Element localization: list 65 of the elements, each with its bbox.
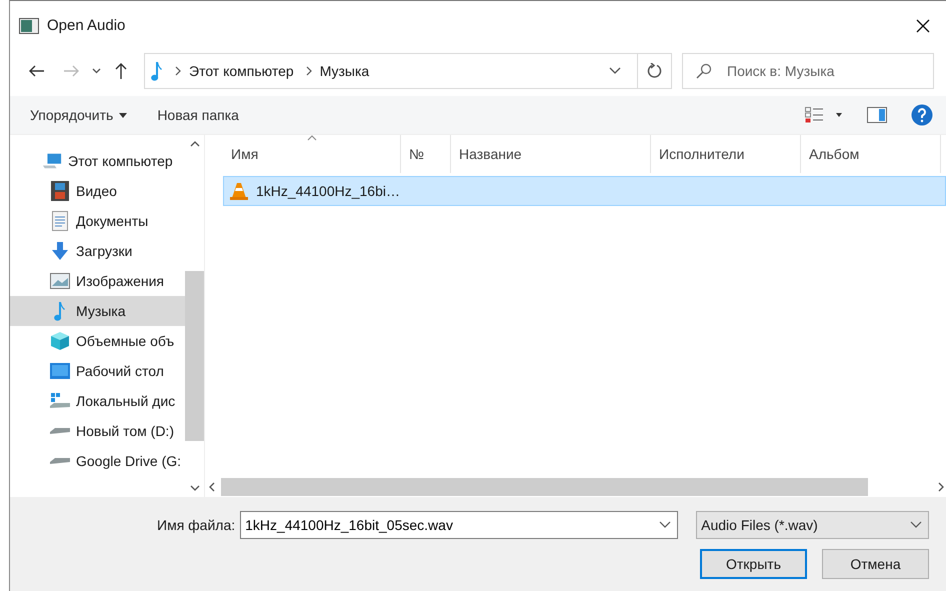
sidebar-item[interactable]: Google Drive (G:: [10, 446, 185, 476]
open-button[interactable]: Открыть: [700, 549, 807, 579]
filename-label: Имя файла:: [157, 517, 236, 533]
new-folder-button[interactable]: Новая папка: [149, 100, 247, 130]
desktop-icon: [50, 363, 70, 379]
sidebar-item[interactable]: Изображения: [10, 266, 185, 296]
sidebar-item[interactable]: Документы: [10, 206, 185, 236]
down-arrow-icon: [50, 242, 70, 260]
sidebar-item[interactable]: Музыка: [10, 296, 185, 326]
search-icon: [696, 63, 712, 79]
landscape-icon: [50, 273, 70, 289]
caret-icon[interactable]: [119, 112, 128, 118]
scroll-right-icon[interactable]: [938, 482, 944, 492]
film-icon: [50, 181, 70, 201]
chevron-down-icon[interactable]: [92, 68, 100, 74]
scroll-up-icon[interactable]: [190, 141, 200, 147]
up-arrow-icon[interactable]: [115, 63, 127, 79]
sidebar-item[interactable]: Загрузки: [10, 236, 185, 266]
drive-icon: [50, 427, 70, 435]
music-note-icon: [151, 61, 163, 81]
search-field[interactable]: Поиск в: Музыка: [682, 53, 934, 89]
dropdown-chevron-icon[interactable]: [609, 67, 621, 75]
refresh-icon[interactable]: [646, 63, 662, 79]
column-header[interactable]: №: [401, 135, 451, 173]
sidebar-item[interactable]: Видео: [10, 176, 185, 206]
chevron-icon: [175, 66, 181, 76]
sidebar-item[interactable]: Этот компьютер: [10, 146, 185, 176]
column-header[interactable]: Альбом: [801, 135, 941, 173]
scroll-left-icon[interactable]: [209, 482, 215, 492]
scroll-down-icon[interactable]: [190, 485, 200, 491]
traffic-cone-icon: [230, 182, 248, 200]
window-title: Open Audio: [47, 17, 126, 34]
file-type-dropdown[interactable]: Audio Files (*.wav): [696, 511, 930, 539]
breadcrumb[interactable]: Этот компьютер: [189, 63, 294, 79]
column-header[interactable]: Название: [451, 135, 651, 173]
cube-icon: [50, 331, 70, 351]
sidebar-item[interactable]: Новый том (D:): [10, 416, 185, 446]
left-arrow-icon[interactable]: [29, 65, 45, 77]
sidebar-item[interactable]: Объемные объ: [10, 326, 185, 356]
document-icon: [50, 211, 70, 231]
sort-caret-icon: [306, 135, 316, 141]
chevron-down-icon[interactable]: [910, 521, 922, 529]
file-row[interactable]: 1kHz_44100Hz_16bi…: [223, 176, 946, 206]
filename-field[interactable]: 1kHz_44100Hz_16bit_05sec.wav: [240, 511, 678, 539]
help-icon[interactable]: [911, 104, 933, 126]
drive-icon: [50, 457, 70, 465]
organize-menu[interactable]: Упорядочить: [22, 100, 136, 130]
drive-icon: [50, 393, 70, 409]
address-bar[interactable]: Этот компьютер Музыка: [144, 53, 672, 89]
scrollbar-thumb[interactable]: [221, 478, 868, 496]
sidebar-item[interactable]: Локальный дис: [10, 386, 185, 416]
column-header[interactable]: Имя: [223, 135, 401, 173]
breadcrumb[interactable]: Музыка: [320, 63, 370, 79]
details-view-icon[interactable]: [805, 107, 843, 123]
close-icon[interactable]: [916, 18, 930, 32]
column-header[interactable]: Исполнители: [651, 135, 801, 173]
horizontal-scrollbar[interactable]: [209, 477, 946, 497]
scrollbar-thumb[interactable]: [185, 271, 204, 441]
cancel-button[interactable]: Отмена: [822, 549, 929, 579]
computer-icon: [42, 152, 62, 170]
chevron-icon: [306, 66, 312, 76]
app-icon: [19, 18, 39, 34]
sidebar-item[interactable]: Рабочий стол: [10, 356, 185, 386]
preview-pane-icon[interactable]: [867, 107, 887, 123]
dropdown-chevron-icon[interactable]: [659, 521, 672, 529]
